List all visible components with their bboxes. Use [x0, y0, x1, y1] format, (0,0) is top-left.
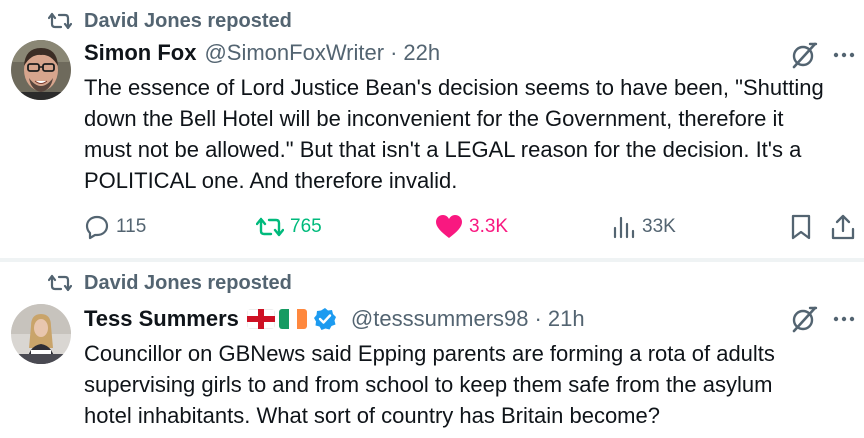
like-count: 3.3K	[469, 216, 509, 237]
post-text-line: hotel inhabitants. What sort of country …	[84, 403, 660, 428]
bookmark-icon	[790, 214, 812, 240]
post-text-line: down the Bell Hotel will be inconvenient…	[84, 106, 784, 131]
post-header: Tess Summers @tesssummers98 · 21h	[84, 304, 585, 334]
share-icon	[830, 213, 856, 241]
post-text-line: supervising girls to and from school to …	[84, 372, 773, 397]
bookmark-button[interactable]	[790, 210, 812, 244]
author-handle[interactable]: @SimonFoxWriter	[204, 40, 384, 66]
post-text-line: must not be allowed." But that isn't a L…	[84, 137, 802, 162]
repost-count: 765	[290, 216, 322, 237]
repost-icon	[47, 273, 73, 293]
post-text-line: POLITICAL one. And therefore invalid.	[84, 168, 458, 193]
repost-label: David Jones reposted	[84, 271, 292, 294]
separator: ·	[534, 306, 542, 331]
name-emoji-flags	[246, 309, 307, 329]
author-name[interactable]: Tess Summers	[84, 306, 239, 332]
grok-icon[interactable]	[789, 40, 819, 70]
avatar[interactable]	[11, 304, 71, 364]
share-button[interactable]	[830, 210, 856, 244]
post-text-line: The essence of Lord Justice Bean's decis…	[84, 75, 824, 100]
repost-context[interactable]: David Jones reposted	[47, 8, 292, 34]
post-simon-fox[interactable]: David Jones reposted Simon Fox @SimonFox…	[0, 0, 864, 258]
separator: ·	[390, 40, 398, 65]
views-chart-icon	[612, 215, 636, 239]
more-options-icon[interactable]	[833, 44, 855, 66]
timestamp[interactable]: 21h	[548, 306, 585, 332]
grok-icon[interactable]	[789, 304, 819, 334]
heart-icon	[435, 214, 463, 240]
repost-icon	[47, 11, 73, 31]
reply-button[interactable]: 115	[84, 210, 146, 244]
avatar[interactable]	[11, 40, 71, 100]
author-name[interactable]: Simon Fox	[84, 40, 196, 66]
post-header: Simon Fox @SimonFoxWriter · 22h	[84, 38, 440, 68]
ireland-flag-icon	[278, 309, 307, 329]
action-bar: 115 765 3.3K 33K	[84, 210, 864, 244]
more-options-icon[interactable]	[833, 308, 855, 330]
like-button[interactable]: 3.3K	[435, 210, 508, 244]
reply-icon	[84, 214, 110, 240]
post-tess-summers[interactable]: David Jones reposted Tess Summers @tesss…	[0, 262, 864, 438]
repost-button[interactable]: 765	[256, 210, 322, 244]
repost-icon	[256, 215, 284, 239]
views-button[interactable]: 33K	[612, 210, 676, 244]
post-text: The essence of Lord Justice Bean's decis…	[84, 72, 860, 196]
england-flag-icon	[246, 309, 275, 329]
view-count: 33K	[642, 216, 676, 237]
post-text: Councillor on GBNews said Epping parents…	[84, 338, 860, 431]
reply-count: 115	[116, 216, 147, 237]
timestamp[interactable]: 22h	[403, 40, 440, 66]
verified-badge-icon[interactable]	[313, 307, 337, 331]
repost-label: David Jones reposted	[84, 9, 292, 32]
repost-context[interactable]: David Jones reposted	[47, 270, 292, 296]
author-handle[interactable]: @tesssummers98	[351, 306, 529, 332]
post-text-line: Councillor on GBNews said Epping parents…	[84, 341, 775, 366]
